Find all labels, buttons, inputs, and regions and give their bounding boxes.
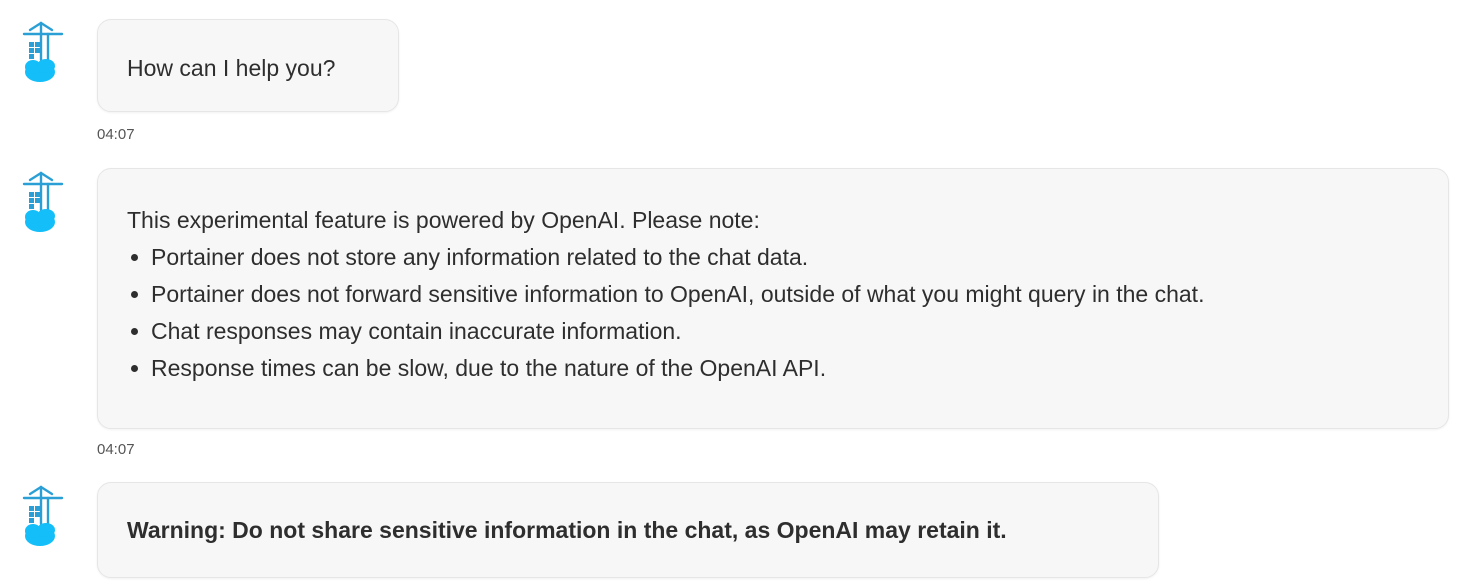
message-timestamp: 04:07 [97,441,135,458]
portainer-logo-icon [18,484,68,550]
warning-message-bubble: Warning: Do not share sensitive informat… [97,482,1159,578]
list-item: Portainer does not forward sensitive inf… [127,276,1448,313]
warning-text: Warning: Do not share sensitive informat… [127,517,1007,543]
list-item: Chat responses may contain inaccurate in… [127,313,1448,350]
portainer-logo-icon [18,170,68,236]
message-intro: This experimental feature is powered by … [127,207,760,233]
list-item: Portainer does not store any information… [127,239,1448,276]
chat-panel: How can I help you? 04:07 This experimen… [0,0,1464,588]
list-item: Response times can be slow, due to the n… [127,350,1448,387]
message-text: How can I help you? [127,55,336,81]
portainer-logo-icon [18,20,68,86]
message-bubble: How can I help you? [97,19,399,112]
notes-list: Portainer does not store any information… [127,239,1448,387]
message-bubble: This experimental feature is powered by … [97,168,1449,429]
message-timestamp: 04:07 [97,126,135,143]
